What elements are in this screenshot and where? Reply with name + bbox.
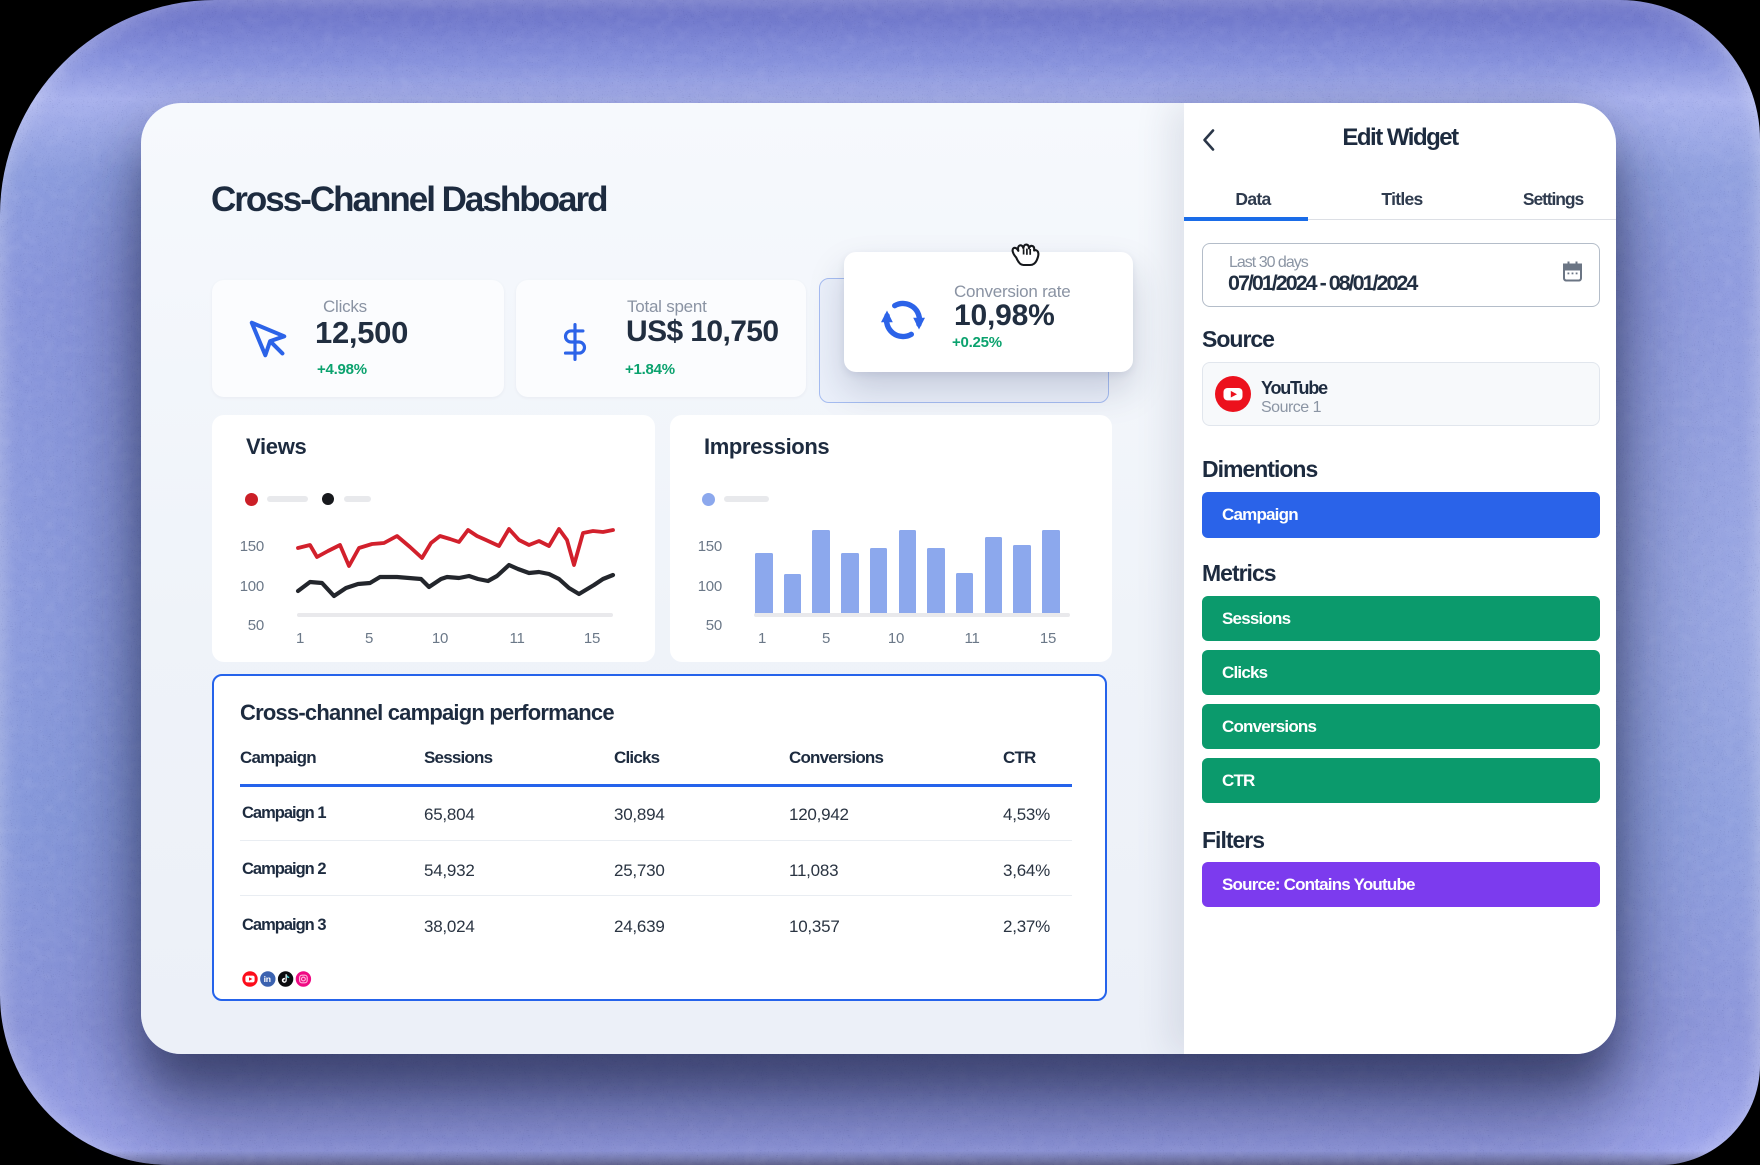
svg-text:in: in (264, 974, 271, 984)
